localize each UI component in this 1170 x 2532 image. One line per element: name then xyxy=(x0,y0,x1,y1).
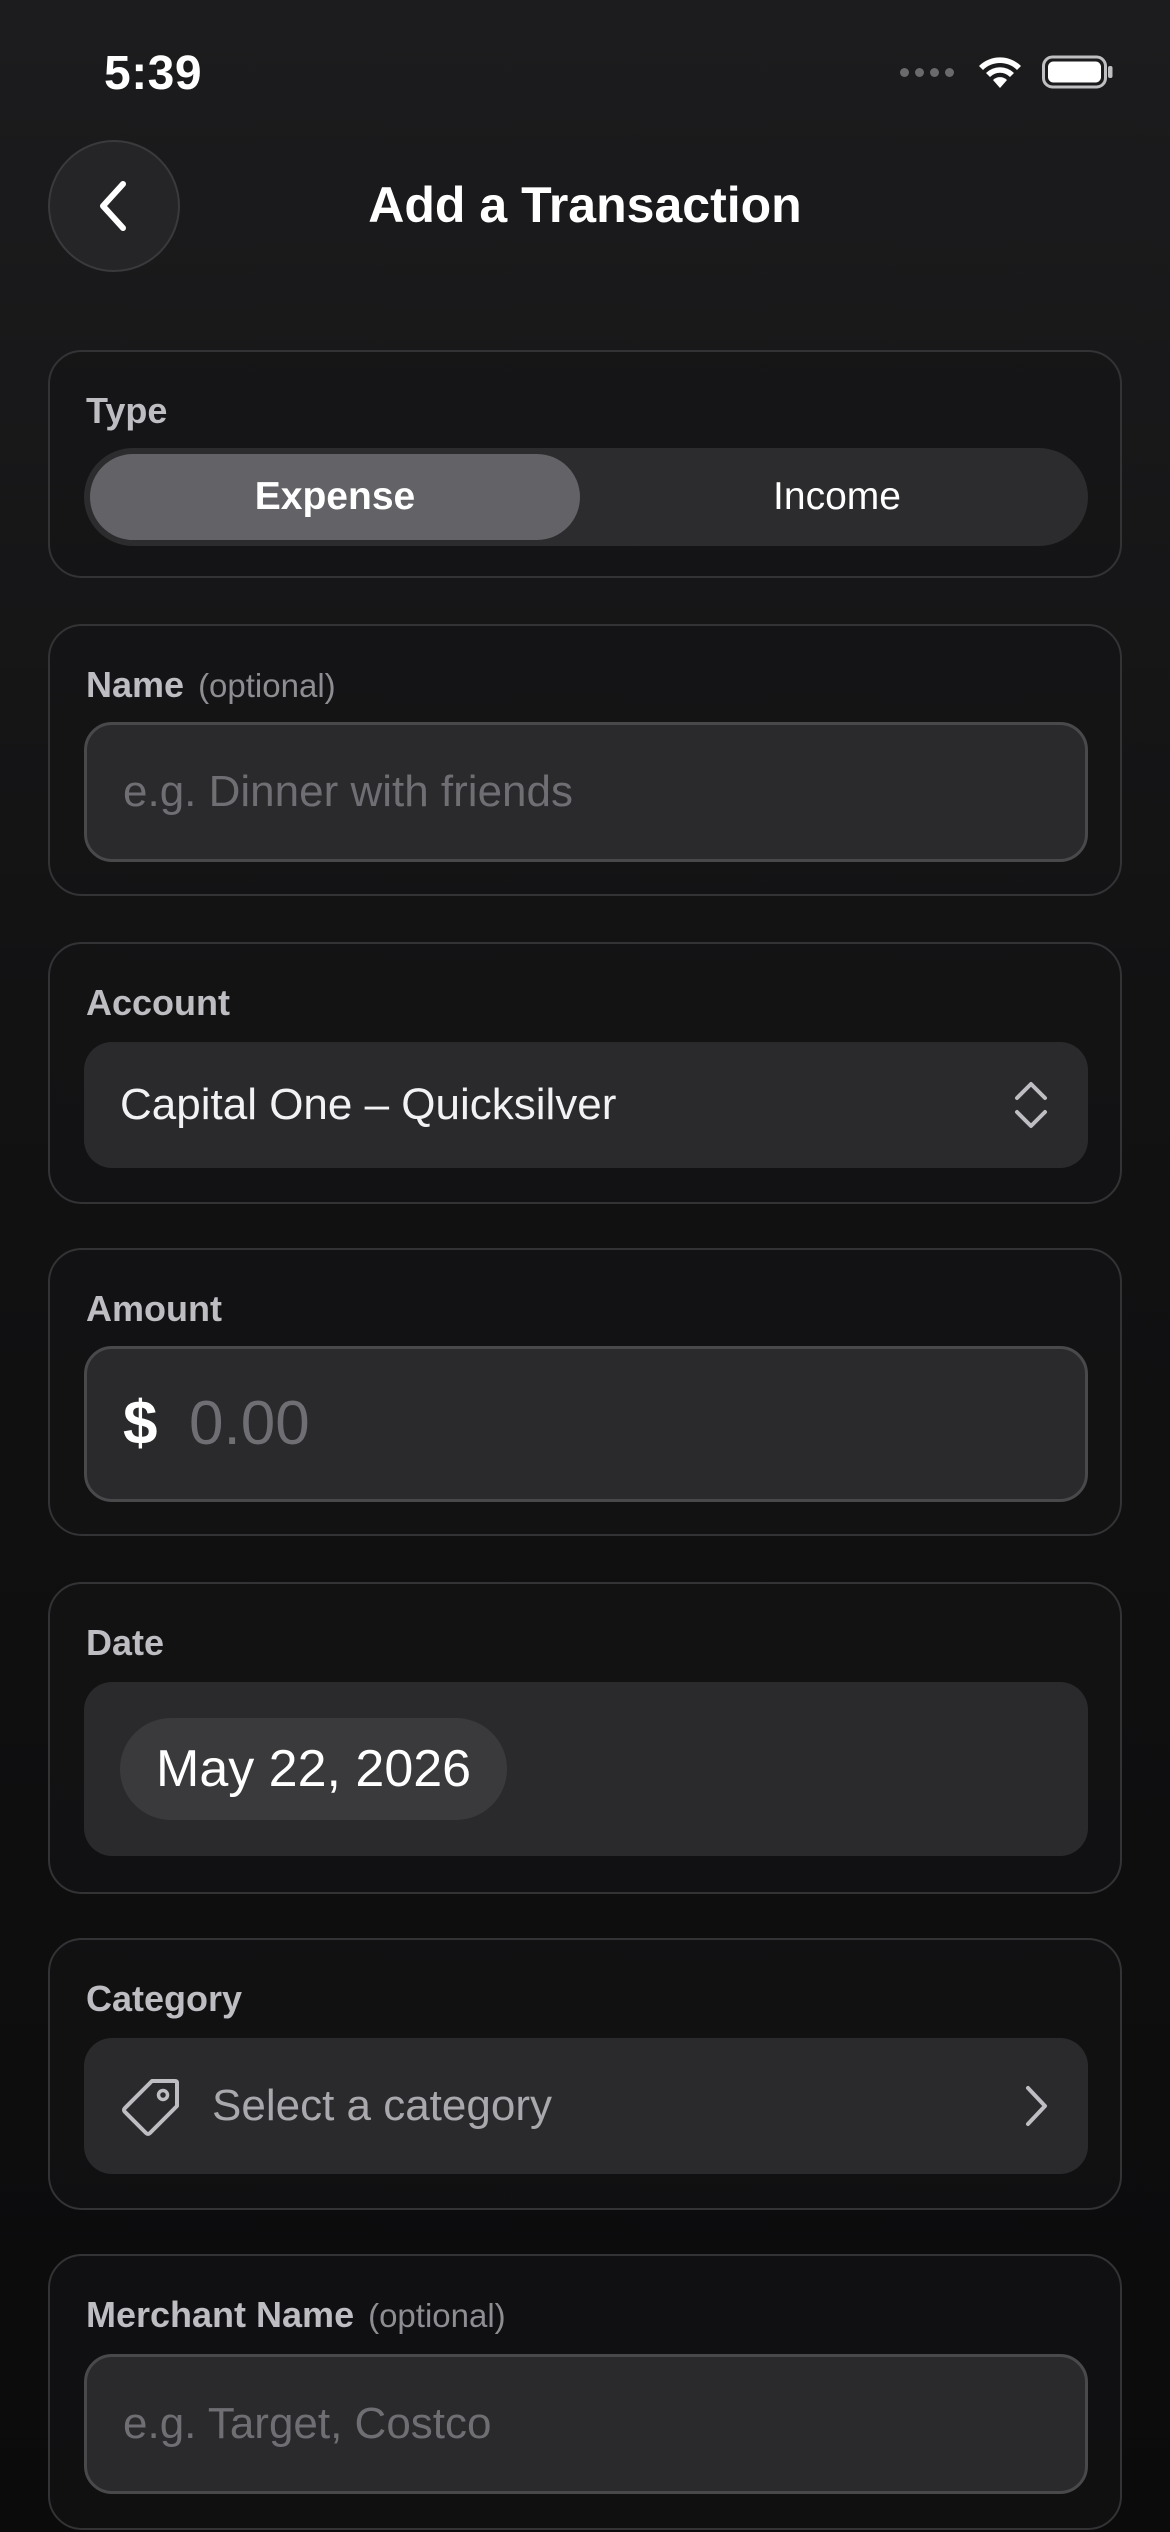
merchant-input[interactable]: e.g. Target, Costco xyxy=(84,2354,1088,2494)
merchant-label: Merchant Name xyxy=(86,2294,355,2335)
merchant-optional-note: (optional) xyxy=(368,2297,506,2334)
merchant-input-placeholder: e.g. Target, Costco xyxy=(123,2399,492,2448)
status-icons xyxy=(900,54,1114,90)
name-optional-note: (optional) xyxy=(198,667,336,704)
category-label: Category xyxy=(86,1978,243,2019)
chevron-right-icon xyxy=(1026,2086,1047,2126)
name-input[interactable]: e.g. Dinner with friends xyxy=(84,722,1088,862)
currency-symbol: $ xyxy=(123,1389,158,1458)
status-time: 5:39 xyxy=(104,47,203,100)
name-input-placeholder: e.g. Dinner with friends xyxy=(123,767,573,816)
category-select[interactable]: Select a category xyxy=(84,2038,1088,2174)
name-card: Name (optional) e.g. Dinner with friends xyxy=(48,624,1122,896)
category-card: Category Select a category xyxy=(48,1938,1122,2210)
date-field: May 22, 2026 xyxy=(84,1682,1088,1856)
amount-label: Amount xyxy=(86,1288,222,1329)
account-label: Account xyxy=(86,982,230,1023)
type-card: Type Expense Income xyxy=(48,350,1122,578)
amount-input-placeholder: 0.00 xyxy=(189,1389,310,1458)
date-label: Date xyxy=(86,1622,165,1663)
date-picker-button[interactable]: May 22, 2026 xyxy=(120,1718,508,1820)
category-select-placeholder: Select a category xyxy=(212,2081,552,2130)
add-transaction-screen: 5:39 Add a Transaction Type Expense Inco… xyxy=(0,0,1170,2532)
type-label: Type xyxy=(86,390,168,431)
merchant-label-row: Merchant Name (optional) xyxy=(86,2294,506,2336)
status-bar: 5:39 xyxy=(0,0,1170,150)
page-title: Add a Transaction xyxy=(368,177,802,233)
segment-expense[interactable]: Expense xyxy=(90,454,580,540)
account-card: Account Capital One – Quicksilver xyxy=(48,942,1122,1204)
battery-icon xyxy=(1042,55,1113,89)
cellular-signal-icon xyxy=(900,67,954,77)
type-segmented-control: Expense Income xyxy=(84,448,1088,546)
amount-input[interactable]: $ 0.00 xyxy=(84,1346,1088,1502)
account-select-value: Capital One – Quicksilver xyxy=(120,1080,617,1129)
segment-income[interactable]: Income xyxy=(592,454,1082,540)
date-card: Date May 22, 2026 xyxy=(48,1582,1122,1894)
name-label: Name xyxy=(86,664,185,705)
merchant-card: Merchant Name (optional) e.g. Target, Cos… xyxy=(48,2254,1122,2530)
chevron-up-down-icon xyxy=(1015,1082,1047,1128)
account-select[interactable]: Capital One – Quicksilver xyxy=(84,1042,1088,1168)
name-label-row: Name (optional) xyxy=(86,664,336,706)
wifi-icon xyxy=(979,57,1021,88)
amount-card: Amount $ 0.00 xyxy=(48,1248,1122,1536)
tag-icon xyxy=(122,2079,179,2136)
